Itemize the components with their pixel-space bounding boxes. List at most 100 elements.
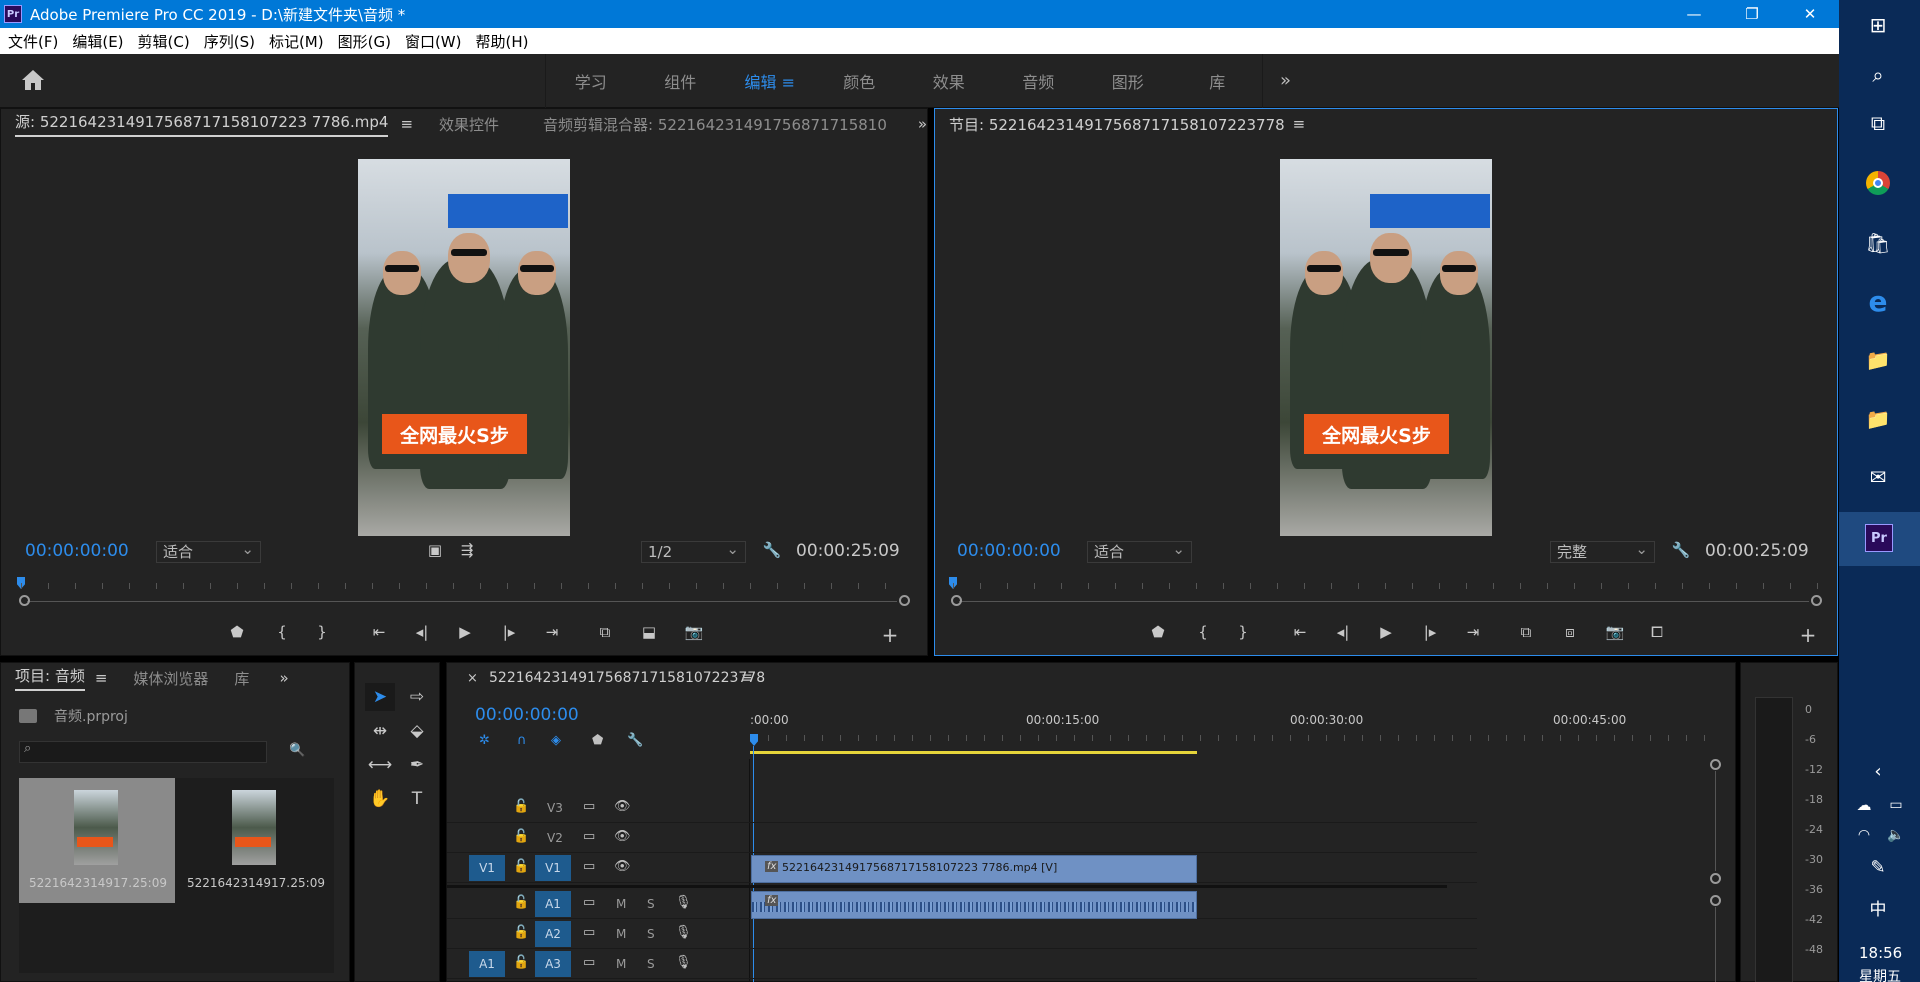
hand-tool-icon[interactable]: ✋	[365, 785, 395, 813]
track-target-a3[interactable]: A3	[535, 951, 571, 977]
program-current-timecode[interactable]: 00:00:00:00	[957, 541, 1061, 561]
workspace-tab-audio[interactable]: 音频	[994, 69, 1084, 93]
workspace-tab-editing[interactable]: 编辑 ≡	[725, 69, 815, 93]
linked-selection-icon[interactable]: ∩	[517, 733, 527, 748]
project-bin-area[interactable]: 5221642314917... 25:09 5221642314917... …	[19, 778, 334, 973]
timeline-tab-menu-icon[interactable]: ≡	[741, 670, 753, 686]
menu-file[interactable]: 文件(F)	[8, 31, 58, 52]
track-lock-icon[interactable]: 🔓	[513, 799, 529, 814]
maximize-button[interactable]: ❐	[1723, 0, 1781, 28]
program-zoom-start-handle[interactable]	[951, 595, 962, 606]
store-icon[interactable]: 🛍	[1863, 228, 1893, 258]
program-camera-icon[interactable]: 📷	[1604, 623, 1626, 641]
track-row-v3[interactable]: 🔓 V3 ▭ 👁	[447, 793, 1477, 823]
pen-tool-icon[interactable]: ✒	[402, 751, 432, 779]
slip-tool-icon[interactable]: ⟷	[365, 751, 395, 779]
program-resolution-dropdown[interactable]: 完整	[1550, 539, 1655, 563]
source-settings-wrench-icon[interactable]: 🔧	[761, 541, 783, 559]
project-item-1[interactable]: 5221642314917... 25:09	[19, 778, 175, 903]
timeline-ruler[interactable]: :00:00 00:00:15:00 00:00:30:00 00:00:45:…	[750, 713, 1710, 745]
solo-button[interactable]: S	[647, 927, 655, 941]
audio-clip[interactable]	[751, 891, 1197, 919]
track-target-v1[interactable]: V1	[535, 855, 571, 881]
program-step-back-icon[interactable]: ◂|	[1332, 623, 1354, 641]
ime-indicator[interactable]: 中	[1863, 892, 1893, 922]
clock-time[interactable]: 18:56	[1859, 944, 1902, 962]
microphone-icon[interactable]: 🎙	[675, 955, 692, 970]
selection-tool-icon[interactable]: ➤	[365, 683, 395, 711]
track-target-a1[interactable]: A1	[535, 891, 571, 917]
program-add-button-icon[interactable]: +	[1797, 623, 1819, 647]
audio-scroll-top-handle[interactable]	[1710, 895, 1721, 906]
tab-source[interactable]: 源: 5221642314917568717158107223 7786.mp4	[15, 111, 389, 137]
source-mark-in-icon[interactable]: {	[271, 623, 293, 641]
video-scroll-bottom-handle[interactable]	[1710, 873, 1721, 884]
source-mark-out-icon[interactable]: }	[311, 623, 333, 641]
track-row-a2[interactable]: 🔓 A2 ▭ M S 🎙	[447, 919, 1477, 949]
workspace-more-icon[interactable]: »	[1280, 70, 1291, 91]
show-hidden-icons-chevron-icon[interactable]: ‹	[1863, 756, 1893, 786]
program-tab-menu-icon[interactable]: ≡	[1293, 115, 1306, 133]
home-icon[interactable]	[20, 68, 46, 92]
program-lift-icon[interactable]: ⧉	[1515, 623, 1537, 641]
work-area-bar[interactable]	[750, 751, 1197, 754]
volume-icon[interactable]: 🔈	[1883, 820, 1909, 850]
menu-graphics[interactable]: 图形(G)	[338, 31, 391, 52]
menu-edit[interactable]: 编辑(E)	[72, 31, 123, 52]
program-zoom-dropdown[interactable]: 适合	[1087, 539, 1192, 563]
source-zoom-dropdown[interactable]: 适合	[156, 539, 261, 563]
workspace-tab-effects[interactable]: 效果	[904, 69, 994, 93]
tab-media-browser[interactable]: 媒体浏览器	[133, 668, 208, 689]
program-step-forward-icon[interactable]: |▸	[1419, 623, 1441, 641]
mute-button[interactable]: M	[616, 957, 626, 971]
video-clip[interactable]: 5221642314917568717158107223 7786.mp4 [V…	[751, 855, 1197, 883]
timeline-current-timecode[interactable]: 00:00:00:00	[475, 705, 579, 725]
pen-workspace-icon[interactable]: ✎	[1863, 852, 1893, 882]
type-tool-icon[interactable]: T	[402, 785, 432, 813]
program-zoom-bar[interactable]	[959, 601, 1809, 602]
project-tab-menu-icon[interactable]: ≡	[95, 669, 108, 687]
track-lock-icon[interactable]: 🔓	[513, 895, 529, 910]
chrome-icon[interactable]	[1863, 168, 1893, 198]
timeline-settings-wrench-icon[interactable]: 🔧	[627, 733, 643, 748]
source-add-marker-icon[interactable]: ⬟	[226, 623, 248, 641]
program-add-marker-icon[interactable]: ⬟	[1147, 623, 1169, 641]
track-lock-icon[interactable]: 🔓	[513, 859, 529, 874]
windows-start-icon[interactable]: ⊞	[1863, 10, 1893, 40]
track-sync-icon[interactable]: ▭	[583, 925, 595, 940]
source-play-icon[interactable]: ▶	[454, 623, 476, 641]
microphone-icon[interactable]: 🎙	[675, 925, 692, 940]
program-go-to-in-icon[interactable]: ⇤	[1289, 623, 1311, 641]
source-zoom-end-handle[interactable]	[899, 595, 910, 606]
video-scrollbar[interactable]	[1715, 771, 1716, 871]
track-row-a3[interactable]: A1 🔓 A3 ▭ M S 🎙	[447, 949, 1477, 979]
battery-icon[interactable]: ▭	[1883, 790, 1909, 820]
track-select-tool-icon[interactable]: ⇨	[402, 683, 432, 711]
workspace-tab-color[interactable]: 颜色	[815, 69, 905, 93]
mute-button[interactable]: M	[616, 897, 626, 911]
premiere-taskbar-button[interactable]: Pr	[1839, 512, 1920, 566]
workspace-tab-graphics[interactable]: 图形	[1083, 69, 1173, 93]
source-overwrite-icon[interactable]: ⬓	[638, 623, 660, 641]
source-tab-menu-icon[interactable]: ≡	[400, 115, 413, 133]
track-eye-icon[interactable]: 👁	[614, 799, 631, 814]
source-go-to-in-icon[interactable]: ⇤	[368, 623, 390, 641]
audio-scrollbar[interactable]	[1715, 907, 1716, 982]
marker-icon[interactable]: ⬟	[592, 733, 603, 748]
workspace-tab-assembly[interactable]: 组件	[636, 69, 726, 93]
workspace-menu-icon[interactable]: ≡	[782, 73, 795, 92]
source-patch-a1[interactable]: A1	[469, 951, 505, 977]
project-search-input[interactable]: ⌕	[19, 741, 267, 763]
source-resolution-dropdown[interactable]: 1/2	[641, 539, 746, 563]
track-lock-icon[interactable]: 🔓	[513, 955, 529, 970]
timeline-close-icon[interactable]: ×	[467, 671, 478, 686]
tab-audio-clip-mixer[interactable]: 音频剪辑混合器: 5221642314917568717158107223786	[543, 114, 888, 135]
source-go-to-out-icon[interactable]: ⇥	[541, 623, 563, 641]
track-eye-icon[interactable]: 👁	[614, 829, 631, 844]
onedrive-icon[interactable]: ☁	[1851, 790, 1877, 820]
program-go-to-out-icon[interactable]: ⇥	[1462, 623, 1484, 641]
project-find-icon[interactable]: 🔍	[289, 743, 305, 758]
workspace-tab-learn[interactable]: 学习	[546, 69, 636, 93]
source-add-button-icon[interactable]: +	[879, 623, 901, 647]
edge-icon[interactable]: e	[1863, 285, 1893, 318]
